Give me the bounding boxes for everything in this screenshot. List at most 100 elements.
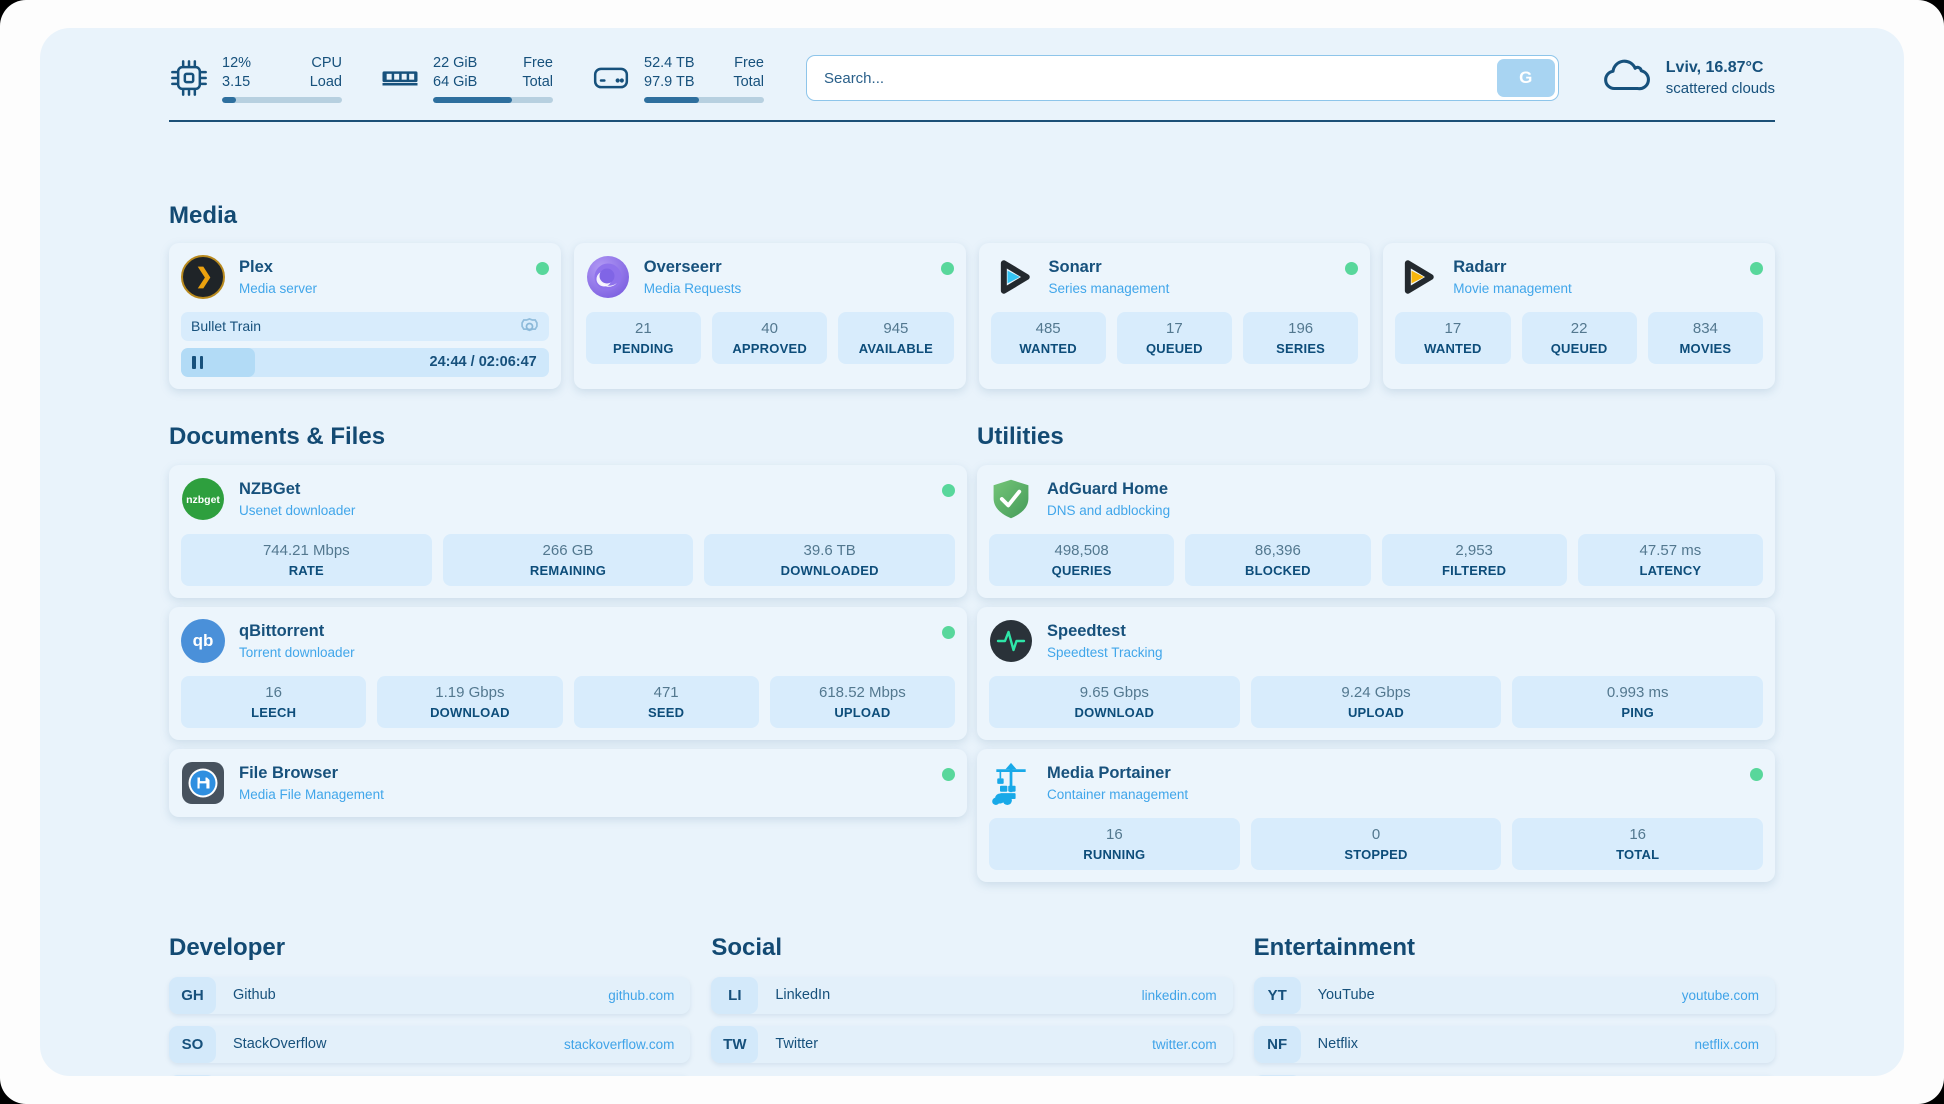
link-row-twitter[interactable]: TW Twitter twitter.com bbox=[711, 1026, 1232, 1063]
service-card-portainer[interactable]: Media Portainer Container management 16R… bbox=[977, 749, 1775, 882]
status-dot bbox=[941, 262, 954, 275]
service-subtitle: Movie management bbox=[1453, 281, 1736, 296]
stat-chip: 618.52 MbpsUPLOAD bbox=[770, 676, 955, 728]
status-dot bbox=[1750, 262, 1763, 275]
service-title: Speedtest bbox=[1047, 622, 1763, 641]
link-row-linkedin[interactable]: LI LinkedIn linkedin.com bbox=[711, 977, 1232, 1014]
status-dot bbox=[1750, 768, 1763, 781]
stat-chip: 945AVAILABLE bbox=[838, 312, 953, 364]
system-stats: 12%3.15 CPULoad bbox=[169, 54, 764, 103]
service-subtitle: DNS and adblocking bbox=[1047, 503, 1763, 518]
now-playing-title: Bullet Train bbox=[191, 318, 261, 334]
google-search-button[interactable]: G bbox=[1497, 59, 1555, 97]
stat-chip: 0STOPPED bbox=[1251, 818, 1502, 870]
stat-chip: 86,396BLOCKED bbox=[1185, 534, 1370, 586]
session-settings-icon[interactable] bbox=[520, 317, 539, 336]
service-card-speedtest[interactable]: Speedtest Speedtest Tracking 9.65 GbpsDO… bbox=[977, 607, 1775, 740]
link-badge: SO bbox=[169, 1026, 216, 1063]
section-title-social: Social bbox=[711, 934, 1232, 962]
links-column-entertainment: Entertainment YT YouTube youtube.com NF … bbox=[1254, 934, 1775, 1076]
service-subtitle: Media Requests bbox=[644, 281, 927, 296]
stat-chip: 744.21 MbpsRATE bbox=[181, 534, 432, 586]
link-badge: LI bbox=[711, 977, 758, 1014]
section-title-documents: Documents & Files bbox=[169, 423, 967, 451]
pause-icon bbox=[192, 356, 203, 369]
stat-chip: 485WANTED bbox=[991, 312, 1106, 364]
service-title: AdGuard Home bbox=[1047, 480, 1763, 499]
search-bar: G bbox=[806, 55, 1559, 101]
stat-chip: 0.993 msPING bbox=[1512, 676, 1763, 728]
section-title-entertainment: Entertainment bbox=[1254, 934, 1775, 962]
ram-progress-bar bbox=[433, 97, 553, 103]
weather-widget: Lviv, 16.87°C scattered clouds bbox=[1601, 55, 1775, 102]
plex-icon: ❯ bbox=[181, 255, 225, 299]
link-row-github[interactable]: GH Github github.com bbox=[169, 977, 690, 1014]
cpu-labels: CPULoad bbox=[310, 54, 342, 92]
service-title: NZBGet bbox=[239, 480, 928, 499]
stat-chip: 471SEED bbox=[574, 676, 759, 728]
speedtest-icon bbox=[989, 619, 1033, 663]
portainer-icon bbox=[989, 761, 1033, 805]
playback-time: 24:44 / 02:06:47 bbox=[430, 354, 537, 370]
service-title: Radarr bbox=[1453, 258, 1736, 277]
section-title-utilities: Utilities bbox=[977, 423, 1775, 451]
service-subtitle: Series management bbox=[1049, 281, 1332, 296]
links-column-social: Social LI LinkedIn linkedin.com TW Twitt… bbox=[711, 934, 1232, 1076]
dashboard-page: 12%3.15 CPULoad bbox=[40, 28, 1904, 1076]
link-badge: GH bbox=[169, 977, 216, 1014]
stat-chip: 21PENDING bbox=[586, 312, 701, 364]
status-dot bbox=[536, 262, 549, 275]
link-badge: RE bbox=[1254, 1075, 1301, 1076]
status-dot bbox=[942, 768, 955, 781]
app-window: 12%3.15 CPULoad bbox=[0, 0, 1944, 1104]
service-card-radarr[interactable]: Radarr Movie management 17WANTED 22QUEUE… bbox=[1383, 243, 1775, 389]
service-card-plex[interactable]: ❯ Plex Media server Bullet Train bbox=[169, 243, 561, 389]
link-row-reddit[interactable]: RE Reddit reddit.com bbox=[1254, 1075, 1775, 1076]
service-card-qbittorrent[interactable]: qb qBittorrent Torrent downloader 16LEEC… bbox=[169, 607, 967, 740]
service-card-sonarr[interactable]: Sonarr Series management 485WANTED 17QUE… bbox=[979, 243, 1371, 389]
links-column-developer: Developer GH Github github.com SO StackO… bbox=[169, 934, 690, 1076]
service-title: File Browser bbox=[239, 764, 928, 783]
service-card-adguard[interactable]: AdGuard Home DNS and adblocking 498,508Q… bbox=[977, 465, 1775, 598]
stat-chip: 16RUNNING bbox=[989, 818, 1240, 870]
ram-labels: FreeTotal bbox=[522, 54, 553, 92]
cloud-icon bbox=[1601, 55, 1651, 102]
stat-chip: 39.6 TBDOWNLOADED bbox=[704, 534, 955, 586]
service-subtitle: Speedtest Tracking bbox=[1047, 645, 1763, 660]
cpu-values: 12%3.15 bbox=[222, 54, 251, 92]
service-card-overseerr[interactable]: Overseerr Media Requests 21PENDING 40APP… bbox=[574, 243, 966, 389]
stat-chip: 17WANTED bbox=[1395, 312, 1510, 364]
disk-progress-bar bbox=[644, 97, 764, 103]
section-title-developer: Developer bbox=[169, 934, 690, 962]
weather-condition: scattered clouds bbox=[1666, 80, 1775, 97]
sonarr-icon bbox=[991, 255, 1035, 299]
stat-chip: 834MOVIES bbox=[1648, 312, 1763, 364]
service-subtitle: Media File Management bbox=[239, 787, 928, 802]
service-card-nzbget[interactable]: nzbget NZBGet Usenet downloader 744.21 M… bbox=[169, 465, 967, 598]
link-badge: YT bbox=[1254, 977, 1301, 1014]
link-row-stackoverflow[interactable]: SO StackOverflow stackoverflow.com bbox=[169, 1026, 690, 1063]
link-row-youtube[interactable]: YT YouTube youtube.com bbox=[1254, 977, 1775, 1014]
service-subtitle: Container management bbox=[1047, 787, 1736, 802]
service-subtitle: Torrent downloader bbox=[239, 645, 928, 660]
link-row-dev[interactable]: DT DEV dev.to bbox=[169, 1075, 690, 1076]
cpu-progress-bar bbox=[222, 97, 342, 103]
stat-chip: 9.24 GbpsUPLOAD bbox=[1251, 676, 1502, 728]
link-row-netflix[interactable]: NF Netflix netflix.com bbox=[1254, 1026, 1775, 1063]
stat-chip: 17QUEUED bbox=[1117, 312, 1232, 364]
now-playing-row: Bullet Train bbox=[181, 312, 549, 341]
stat-chip: 16TOTAL bbox=[1512, 818, 1763, 870]
ram-values: 22 GiB64 GiB bbox=[433, 54, 477, 92]
service-card-filebrowser[interactable]: File Browser Media File Management bbox=[169, 749, 967, 817]
radarr-icon bbox=[1395, 255, 1439, 299]
search-input[interactable] bbox=[806, 55, 1559, 101]
disk-labels: FreeTotal bbox=[733, 54, 764, 92]
disk-values: 52.4 TB97.9 TB bbox=[644, 54, 695, 92]
service-subtitle: Usenet downloader bbox=[239, 503, 928, 518]
stat-chip: 196SERIES bbox=[1243, 312, 1358, 364]
stat-chip: 47.57 msLATENCY bbox=[1578, 534, 1763, 586]
filebrowser-icon bbox=[181, 761, 225, 805]
playback-progress-bar: 24:44 / 02:06:47 bbox=[181, 348, 549, 377]
stat-chip: 498,508QUERIES bbox=[989, 534, 1174, 586]
stat-chip: 16LEECH bbox=[181, 676, 366, 728]
